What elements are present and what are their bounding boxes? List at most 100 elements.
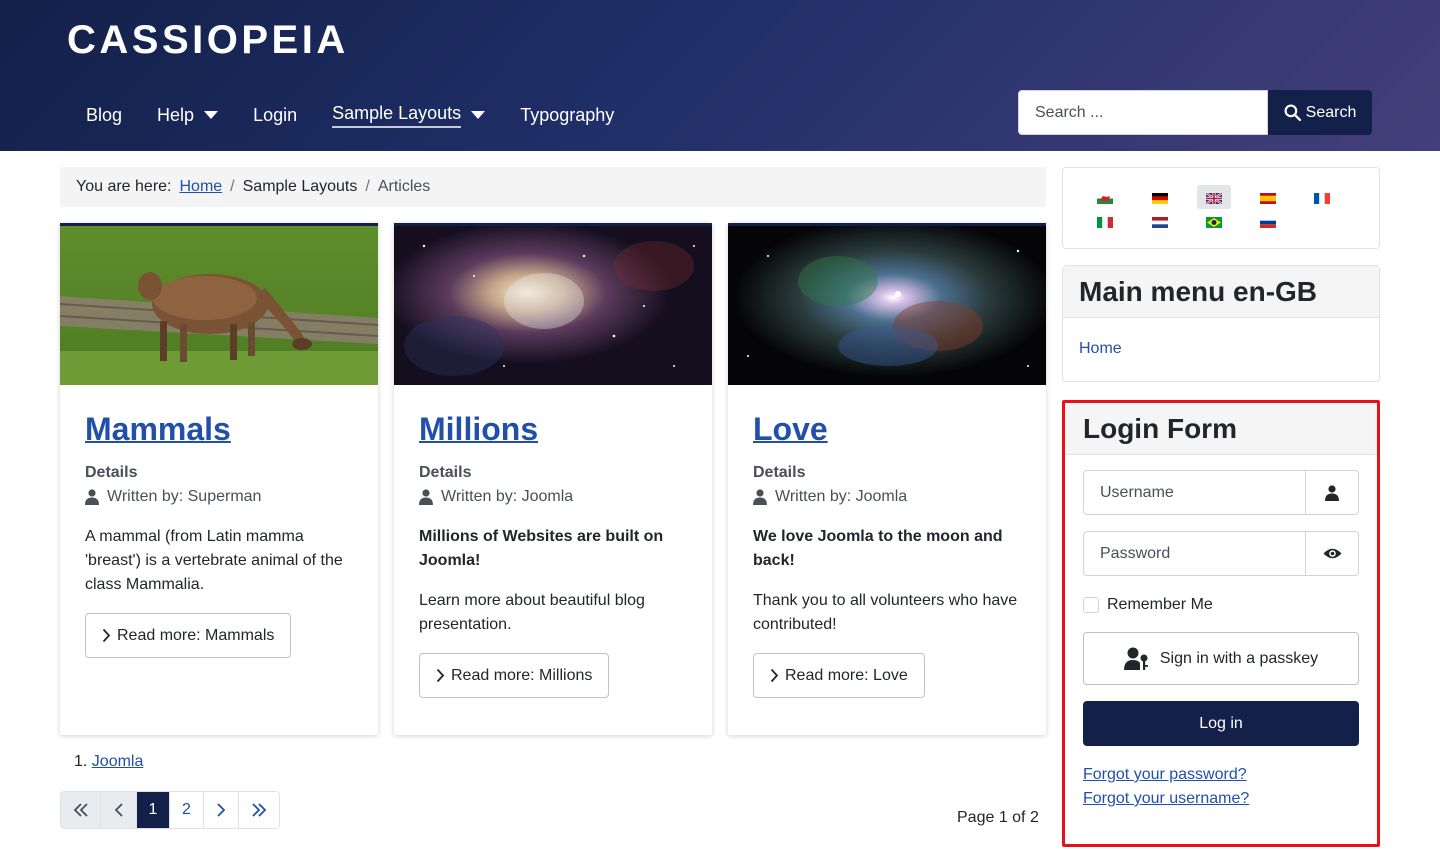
nav-item-label: Sample Layouts bbox=[332, 103, 462, 128]
user-key-icon bbox=[1123, 647, 1148, 670]
llama-photo[interactable] bbox=[60, 226, 378, 385]
nav-item-help[interactable]: Help bbox=[157, 104, 219, 126]
flag-spain-icon[interactable] bbox=[1260, 193, 1276, 204]
search-button-label: Search bbox=[1305, 103, 1357, 121]
article-author: Written by: Joomla bbox=[753, 485, 1021, 509]
read-more-button[interactable]: Read more: Mammals bbox=[85, 613, 292, 658]
nav-item-label: Login bbox=[253, 104, 298, 125]
username-input[interactable] bbox=[1083, 470, 1306, 515]
login-form-title: Login Form bbox=[1065, 403, 1377, 455]
flag-netherlands-icon[interactable] bbox=[1152, 217, 1168, 228]
remember-me: Remember Me bbox=[1083, 596, 1213, 614]
pagination-next[interactable] bbox=[204, 792, 239, 828]
pagination-page-2[interactable]: 2 bbox=[170, 792, 204, 828]
pagination-prev[interactable] bbox=[101, 792, 137, 828]
read-more-button[interactable]: Read more: Love bbox=[753, 653, 925, 698]
pagination-first[interactable] bbox=[61, 792, 101, 828]
main-menu-module: Main menu en-GB Home bbox=[1062, 265, 1380, 382]
passkey-button-label: Sign in with a passkey bbox=[1159, 649, 1319, 667]
login-button[interactable]: Log in bbox=[1083, 701, 1359, 746]
read-more-label: Read more: Millions bbox=[451, 666, 593, 684]
search-button[interactable]: Search bbox=[1268, 90, 1372, 135]
main-menu-item-home[interactable]: Home bbox=[1079, 340, 1122, 358]
intro-bold-text: Millions of Websites are built on Joomla… bbox=[419, 528, 664, 569]
nav-item-login[interactable]: Login bbox=[253, 105, 297, 126]
remember-me-checkbox[interactable] bbox=[1083, 597, 1099, 613]
article-intro: A mammal (from Latin mamma 'breast') is … bbox=[85, 525, 353, 597]
article-title-link[interactable]: Millions bbox=[419, 411, 538, 447]
user-icon bbox=[85, 489, 99, 505]
double-chevron-right-icon bbox=[252, 803, 267, 817]
nav-item-label: Blog bbox=[86, 104, 123, 125]
breadcrumb-separator: / bbox=[365, 178, 370, 195]
article-title: Mammals bbox=[85, 411, 353, 451]
intro-text: A mammal (from Latin mamma 'breast') is … bbox=[85, 528, 343, 593]
article-title: Love bbox=[753, 411, 1021, 451]
details-label: Details bbox=[753, 464, 806, 481]
article-author: Written by: Joomla bbox=[419, 485, 687, 509]
username-addon bbox=[1306, 470, 1359, 515]
language-switcher bbox=[1062, 167, 1380, 249]
pagination-last[interactable] bbox=[239, 792, 279, 828]
site-header: CASSIOPEIA Blog Help Login Sample Layout… bbox=[0, 0, 1440, 151]
caret-down-icon[interactable] bbox=[204, 111, 219, 119]
nebula-photo[interactable] bbox=[728, 226, 1046, 385]
double-chevron-left-icon bbox=[73, 803, 88, 817]
more-article-link[interactable]: Joomla bbox=[92, 753, 144, 770]
password-group bbox=[1083, 531, 1359, 576]
article-title-link[interactable]: Love bbox=[753, 411, 828, 447]
article-card-mammals: Mammals Details Written by: Superman A m… bbox=[60, 223, 378, 735]
breadcrumb-home-link[interactable]: Home bbox=[179, 178, 222, 196]
flag-germany-icon[interactable] bbox=[1152, 193, 1168, 204]
user-icon bbox=[419, 489, 433, 505]
user-icon bbox=[753, 489, 767, 505]
chevron-right-icon bbox=[770, 668, 779, 683]
login-form-module: Login Form Remember Me Sign in w bbox=[1062, 400, 1380, 847]
pagination-page-1[interactable]: 1 bbox=[137, 792, 170, 828]
nav-item-typography[interactable]: Typography bbox=[520, 105, 614, 126]
breadcrumb-current: Articles bbox=[377, 178, 431, 195]
list-number: 1. bbox=[74, 753, 88, 770]
read-more-button[interactable]: Read more: Millions bbox=[419, 653, 610, 698]
nav-item-blog[interactable]: Blog bbox=[86, 105, 122, 126]
nav-item-label: Help bbox=[157, 104, 195, 125]
flag-italy-icon[interactable] bbox=[1097, 217, 1113, 228]
password-input[interactable] bbox=[1083, 531, 1306, 576]
article-title-link[interactable]: Mammals bbox=[85, 411, 231, 447]
passkey-button[interactable]: Sign in with a passkey bbox=[1083, 632, 1359, 685]
nav-item-sample-layouts[interactable]: Sample Layouts bbox=[332, 103, 486, 128]
flag-wales-icon[interactable] bbox=[1097, 193, 1113, 204]
chevron-right-icon bbox=[436, 668, 445, 683]
main-menu-title: Main menu en-GB bbox=[1063, 266, 1379, 318]
more-articles-list: 1. Joomla bbox=[74, 753, 143, 771]
forgot-password-link[interactable]: Forgot your password? bbox=[1083, 766, 1247, 784]
read-more-label: Read more: Mammals bbox=[117, 626, 275, 644]
site-brand[interactable]: CASSIOPEIA bbox=[67, 18, 349, 63]
search-input[interactable] bbox=[1018, 90, 1268, 135]
eye-icon bbox=[1323, 548, 1341, 559]
author-text: Written by: Joomla bbox=[775, 488, 908, 505]
username-group bbox=[1083, 470, 1359, 515]
galaxy-photo[interactable] bbox=[394, 226, 712, 385]
intro-text: Learn more about beautiful blog presenta… bbox=[419, 592, 645, 633]
show-password-toggle[interactable] bbox=[1306, 531, 1359, 576]
nav-item-label: Typography bbox=[520, 104, 615, 125]
flag-brazil-icon[interactable] bbox=[1206, 217, 1222, 228]
forgot-username-link[interactable]: Forgot your username? bbox=[1083, 790, 1249, 808]
chevron-left-icon bbox=[114, 803, 123, 817]
flag-uk-icon[interactable] bbox=[1206, 193, 1222, 204]
intro-text: Thank you to all volunteers who have con… bbox=[753, 592, 1018, 633]
article-author: Written by: Superman bbox=[85, 485, 353, 509]
flag-france-icon[interactable] bbox=[1314, 193, 1330, 204]
search-form: Search bbox=[1018, 90, 1372, 135]
breadcrumb-prefix: You are here: bbox=[76, 178, 172, 195]
details-label: Details bbox=[85, 464, 138, 481]
article-card-millions: Millions Details Written by: Joomla Mill… bbox=[394, 223, 712, 735]
article-title: Millions bbox=[419, 411, 687, 451]
caret-down-icon[interactable] bbox=[471, 111, 486, 119]
breadcrumb-separator: / bbox=[230, 178, 235, 195]
author-text: Written by: Joomla bbox=[441, 488, 574, 505]
article-card-love: Love Details Written by: Joomla We love … bbox=[728, 223, 1046, 735]
flag-russia-icon[interactable] bbox=[1260, 217, 1276, 228]
details-label: Details bbox=[419, 464, 472, 481]
